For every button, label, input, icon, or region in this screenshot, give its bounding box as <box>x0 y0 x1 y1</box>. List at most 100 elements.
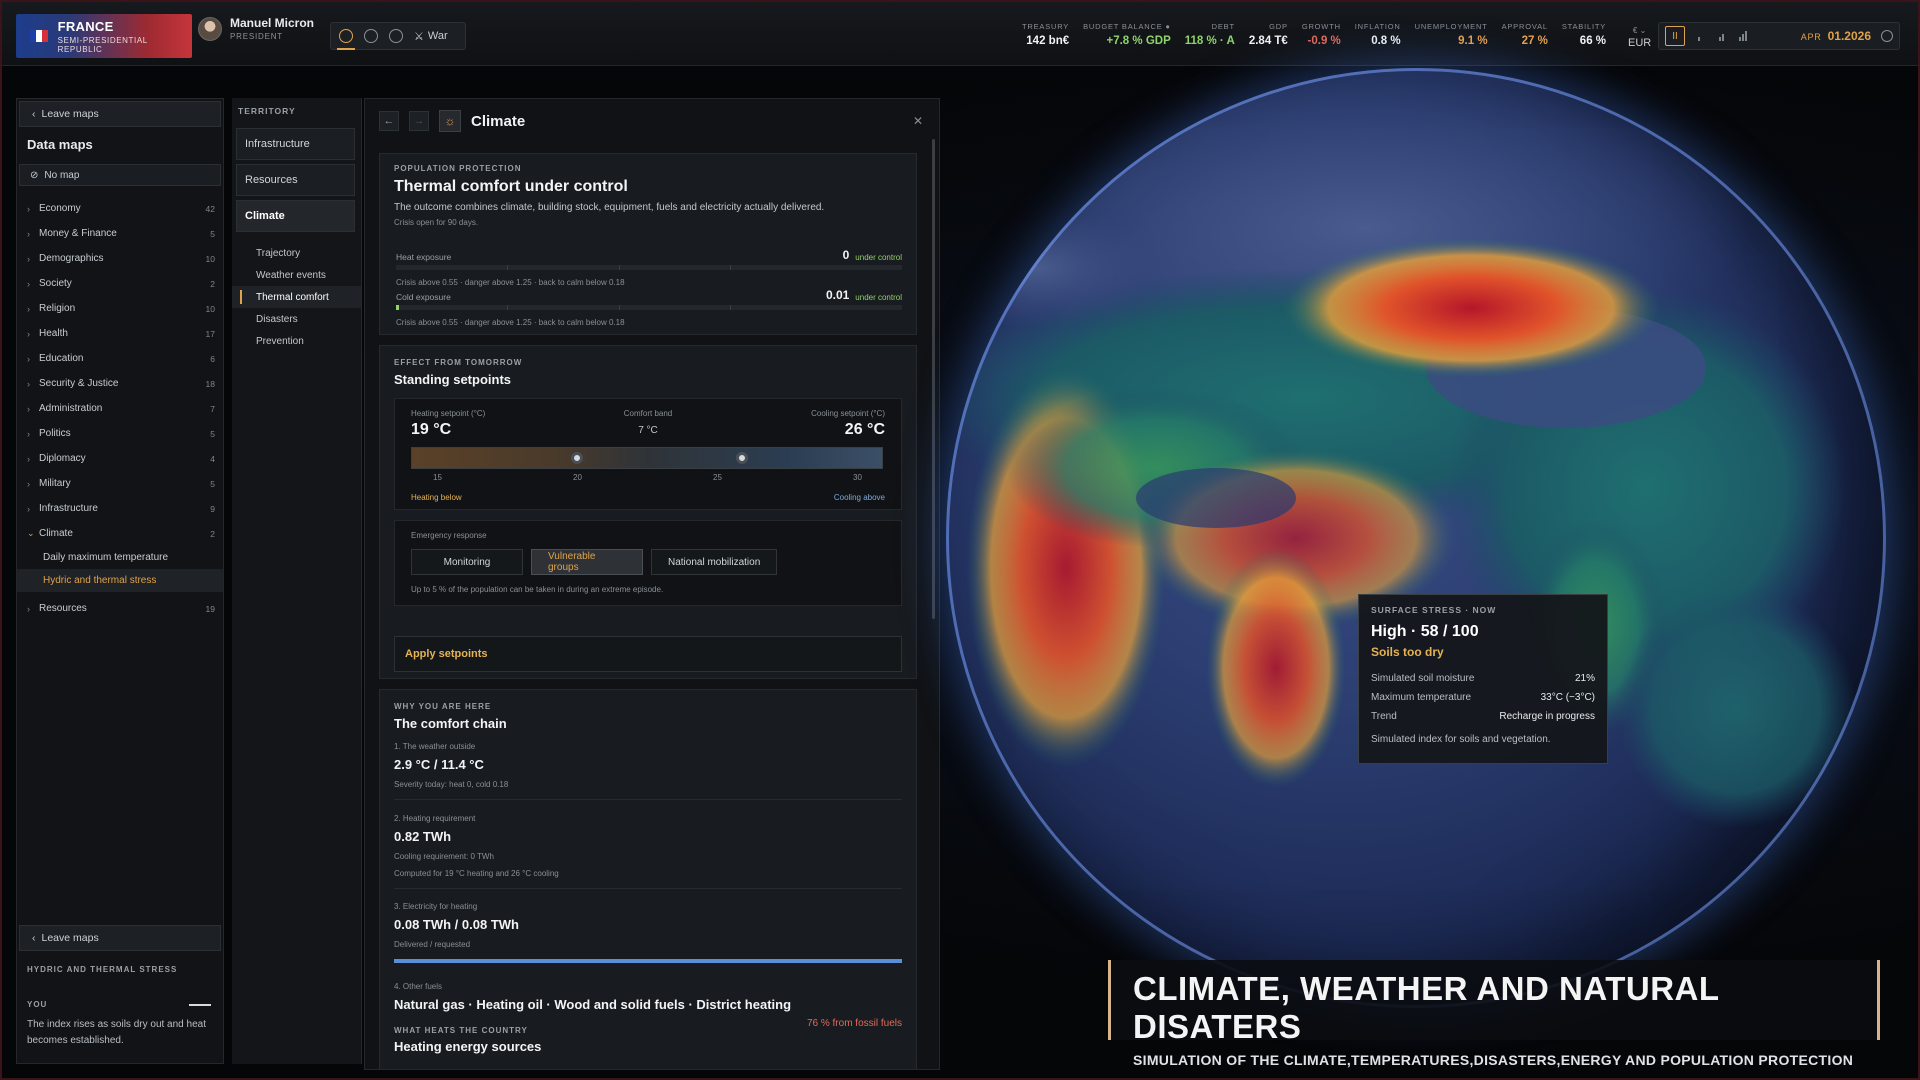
category-military[interactable]: › Military 5 <box>17 471 223 496</box>
section-label: EFFECT FROM TOMORROW <box>394 358 523 367</box>
country-badge[interactable]: FRANCE SEMI-PRESIDENTIAL REPUBLIC <box>16 14 192 58</box>
chain-step-electricity: 3. Electricity for heating 0.08 TWh / 0.… <box>394 902 902 963</box>
cold-value: 0.01 <box>825 288 850 302</box>
currency-arrows: € ⌄ <box>1632 26 1647 35</box>
heat-thresholds: Crisis above 0.55 · danger above 1.25 · … <box>396 278 625 287</box>
stat-gdp[interactable]: GDP 2.84 T€ <box>1249 22 1288 47</box>
back-arrow-icon[interactable]: ← <box>379 111 399 131</box>
chevron-right-icon: › <box>27 228 30 239</box>
tab-infrastructure[interactable]: Infrastructure <box>236 128 355 160</box>
no-map-label: No map <box>44 169 80 181</box>
setpoint-slider[interactable] <box>411 447 883 469</box>
speed-1-icon[interactable] <box>1691 31 1707 41</box>
option-monitoring[interactable]: Monitoring <box>411 549 523 575</box>
cooling-slider-handle[interactable] <box>736 452 749 464</box>
category-resources[interactable]: › Resources 19 <box>17 596 223 621</box>
stat-value: 118 % · A <box>1184 35 1235 47</box>
step-head: 4. Other fuels <box>394 982 443 991</box>
row-key: Trend <box>1371 711 1397 722</box>
globe-icon[interactable] <box>364 29 378 43</box>
surface-stress-tooltip: SURFACE STRESS · NOW High · 58 / 100 Soi… <box>1358 594 1608 764</box>
category-label: Resources <box>39 603 87 614</box>
globe-map[interactable] <box>946 68 1886 1008</box>
chevron-right-icon: › <box>27 303 30 314</box>
pause-button[interactable]: II <box>1665 26 1685 46</box>
avatar <box>198 16 222 41</box>
shield-icon[interactable] <box>389 29 403 43</box>
category-society[interactable]: › Society 2 <box>17 271 223 296</box>
map-hydric-thermal-stress[interactable]: Hydric and thermal stress <box>17 569 223 592</box>
subtab-disasters[interactable]: Disasters <box>232 308 361 330</box>
category-security-justice[interactable]: › Security & Justice 18 <box>17 371 223 396</box>
heating-slider-handle[interactable] <box>571 452 584 464</box>
option-vulnerable-groups[interactable]: Vulnerable groups <box>531 549 643 575</box>
subtab-trajectory[interactable]: Trajectory <box>232 242 361 264</box>
tab-resources[interactable]: Resources <box>236 164 355 196</box>
chevron-right-icon: › <box>27 478 30 489</box>
stat-label: GDP <box>1269 22 1288 31</box>
category-economy[interactable]: › Economy 42 <box>17 196 223 221</box>
date-month: APR <box>1800 32 1822 42</box>
subtab-prevention[interactable]: Prevention <box>232 330 361 352</box>
gear-icon[interactable] <box>1881 30 1893 42</box>
chain-step-fuels: 4. Other fuels Natural gas · Heating oil… <box>394 982 902 1012</box>
map-daily-max-temperature[interactable]: Daily maximum temperature <box>17 546 223 569</box>
war-button[interactable]: ⚔ War <box>414 30 448 43</box>
category-count: 5 <box>210 478 215 489</box>
stat-treasury[interactable]: TREASURY 142 bn€ <box>1022 22 1069 47</box>
stat-label: DEBT <box>1211 22 1235 31</box>
row-value: Recharge in progress <box>1499 711 1595 722</box>
stat-growth[interactable]: GROWTH -0.9 % <box>1302 22 1341 47</box>
no-map-button[interactable]: ⊘ No map <box>19 164 221 186</box>
comfort-chain-card: WHY YOU ARE HERE The comfort chain 1. Th… <box>379 689 917 1069</box>
clock-icon[interactable] <box>337 29 355 50</box>
heating-sources-title: Heating energy sources <box>394 1039 542 1054</box>
category-label: Security & Justice <box>39 378 119 389</box>
apply-setpoints-button[interactable]: Apply setpoints <box>394 636 902 672</box>
close-icon[interactable]: ✕ <box>913 114 923 128</box>
stat-approval[interactable]: APPROVAL 27 % <box>1502 22 1548 47</box>
chain-step-heating: 2. Heating requirement 0.82 TWh Cooling … <box>394 814 902 889</box>
category-education[interactable]: › Education 6 <box>17 346 223 371</box>
category-religion[interactable]: › Religion 10 <box>17 296 223 321</box>
tooltip-value: High · 58 / 100 <box>1371 623 1479 640</box>
stat-inflation[interactable]: INFLATION 0.8 % <box>1355 22 1401 47</box>
category-count: 9 <box>210 503 215 514</box>
chevron-right-icon: › <box>27 453 30 464</box>
category-politics[interactable]: › Politics 5 <box>17 421 223 446</box>
subtab-thermal-comfort[interactable]: Thermal comfort <box>232 286 361 308</box>
stat-budget-balance[interactable]: BUDGET BALANCE ● +7.8 % GDP <box>1083 22 1171 47</box>
map-legend: ‹ Leave maps HYDRIC AND THERMAL STRESS YO… <box>17 923 223 1063</box>
subtab-weather-events[interactable]: Weather events <box>232 264 361 286</box>
currency-selector[interactable]: € ⌄ EUR <box>1628 24 1651 50</box>
stats-bar: TREASURY 142 bn€ BUDGET BALANCE ● +7.8 % G… <box>1022 22 1606 47</box>
option-national-mobilization[interactable]: National mobilization <box>651 549 778 575</box>
territory-header: TERRITORY <box>238 106 296 116</box>
president-info[interactable]: Manuel Micron PRESIDENT <box>198 16 314 41</box>
leave-maps-button[interactable]: ‹ Leave maps <box>19 101 221 127</box>
forward-arrow-icon[interactable]: → <box>409 111 429 131</box>
stat-label: TREASURY <box>1022 22 1070 31</box>
step-note: Severity today: heat 0, cold 0.18 <box>394 780 509 789</box>
stat-unemployment[interactable]: UNEMPLOYMENT 9.1 % <box>1415 22 1488 47</box>
scrollbar[interactable] <box>932 139 935 619</box>
category-count: 10 <box>205 253 215 264</box>
category-health[interactable]: › Health 17 <box>17 321 223 346</box>
tab-climate[interactable]: Climate <box>236 200 355 232</box>
category-money-finance[interactable]: › Money & Finance 5 <box>17 221 223 246</box>
leave-maps-button-bottom[interactable]: ‹ Leave maps <box>19 925 221 951</box>
territory-nav: TERRITORY Infrastructure Resources Clima… <box>232 98 362 1064</box>
speed-2-icon[interactable] <box>1713 31 1729 41</box>
heat-exposure: Heat exposure 0 under control Crisis above… <box>396 248 902 287</box>
category-infrastructure[interactable]: › Infrastructure 9 <box>17 496 223 521</box>
category-demographics[interactable]: › Demographics 10 <box>17 246 223 271</box>
stat-debt[interactable]: DEBT 118 % · A <box>1185 22 1235 47</box>
date-value: 01.2026 <box>1827 29 1871 43</box>
chevron-left-icon: ‹ <box>32 932 36 944</box>
category-diplomacy[interactable]: › Diplomacy 4 <box>17 446 223 471</box>
category-administration[interactable]: › Administration 7 <box>17 396 223 421</box>
stress-heatmap <box>946 78 1856 828</box>
speed-3-icon[interactable] <box>1735 31 1751 41</box>
stat-stability[interactable]: STABILITY 66 % <box>1562 22 1606 47</box>
category-climate[interactable]: ⌄ Climate 2 <box>17 521 223 546</box>
